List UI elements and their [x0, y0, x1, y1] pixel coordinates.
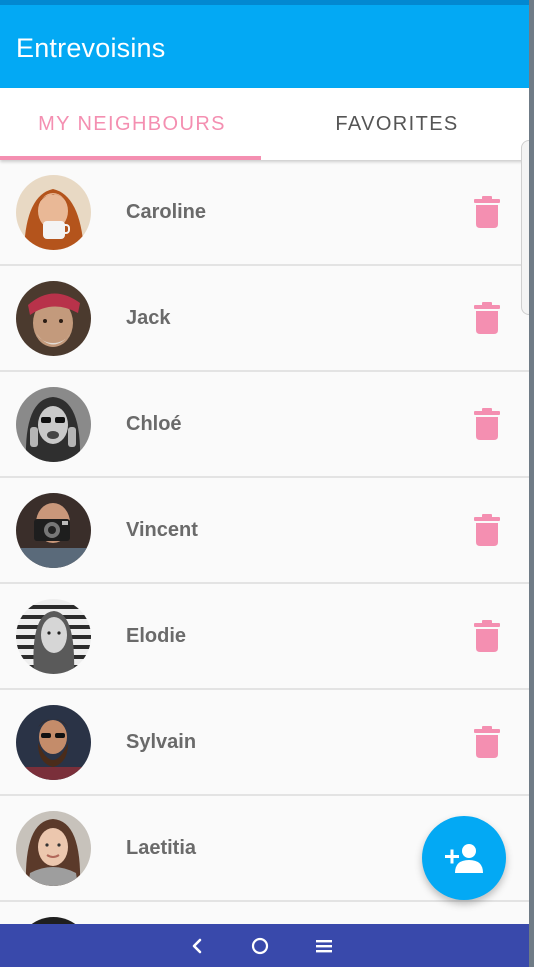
- neighbour-name: Sylvain: [126, 731, 197, 753]
- avatar: [16, 387, 91, 462]
- tab-my-neighbours[interactable]: MY NEIGHBOURS: [0, 88, 264, 160]
- trash-icon[interactable]: [474, 620, 500, 652]
- neighbour-name: Elodie: [126, 625, 187, 647]
- sylvain-photo: [16, 705, 91, 780]
- neighbour-row[interactable]: Elodie: [0, 584, 529, 690]
- add-neighbour-button[interactable]: [422, 816, 506, 900]
- chloe-photo: [16, 387, 91, 462]
- neighbour-row[interactable]: Jack: [0, 266, 529, 372]
- avatar: [16, 281, 91, 356]
- system-nav-bar: [0, 924, 529, 967]
- neighbour-row[interactable]: Sylvain: [0, 690, 529, 796]
- neighbour-name: Caroline: [126, 201, 207, 223]
- partial-photo: [16, 917, 91, 924]
- neighbour-list[interactable]: Caroline Jack Chloé Vincent Elodie Sylva…: [0, 160, 529, 924]
- tab-favorites-label: FAVORITES: [335, 112, 459, 135]
- menu-lines-icon[interactable]: [311, 933, 337, 959]
- home-circle-icon[interactable]: [247, 933, 273, 959]
- neighbour-row[interactable]: Caroline: [0, 160, 529, 266]
- vincent-photo: [16, 493, 91, 568]
- caroline-photo: [16, 175, 91, 250]
- avatar: [16, 705, 91, 780]
- neighbour-row[interactable]: Vincent: [0, 478, 529, 584]
- side-drawer-handle[interactable]: [521, 140, 529, 315]
- trash-icon[interactable]: [474, 408, 500, 440]
- tab-favorites[interactable]: FAVORITES: [265, 88, 529, 160]
- tab-indicator: [0, 156, 261, 160]
- neighbour-row[interactable]: [0, 902, 529, 924]
- avatar: [16, 917, 91, 924]
- avatar: [16, 811, 91, 886]
- neighbour-row[interactable]: Chloé: [0, 372, 529, 478]
- neighbour-name: Vincent: [126, 519, 198, 541]
- jack-photo: [16, 281, 91, 356]
- laetitia-photo: [16, 811, 91, 886]
- trash-icon[interactable]: [474, 302, 500, 334]
- neighbour-name: Jack: [126, 307, 171, 329]
- tab-bar: MY NEIGHBOURS FAVORITES: [0, 88, 529, 160]
- trash-icon[interactable]: [474, 196, 500, 228]
- app-title: Entrevoisins: [16, 33, 166, 63]
- avatar: [16, 493, 91, 568]
- trash-icon[interactable]: [474, 726, 500, 758]
- app-bar: Entrevoisins: [0, 5, 529, 88]
- neighbour-name: Laetitia: [126, 837, 197, 859]
- app-screen: Entrevoisins MY NEIGHBOURS FAVORITES Car…: [0, 0, 529, 967]
- trash-icon[interactable]: [474, 514, 500, 546]
- elodie-photo: [16, 599, 91, 674]
- back-chevron-icon[interactable]: [184, 933, 210, 959]
- neighbour-name: Chloé: [126, 413, 182, 435]
- add-person-icon: [445, 844, 483, 873]
- tab-my-neighbours-label: MY NEIGHBOURS: [38, 112, 226, 135]
- avatar: [16, 175, 91, 250]
- avatar: [16, 599, 91, 674]
